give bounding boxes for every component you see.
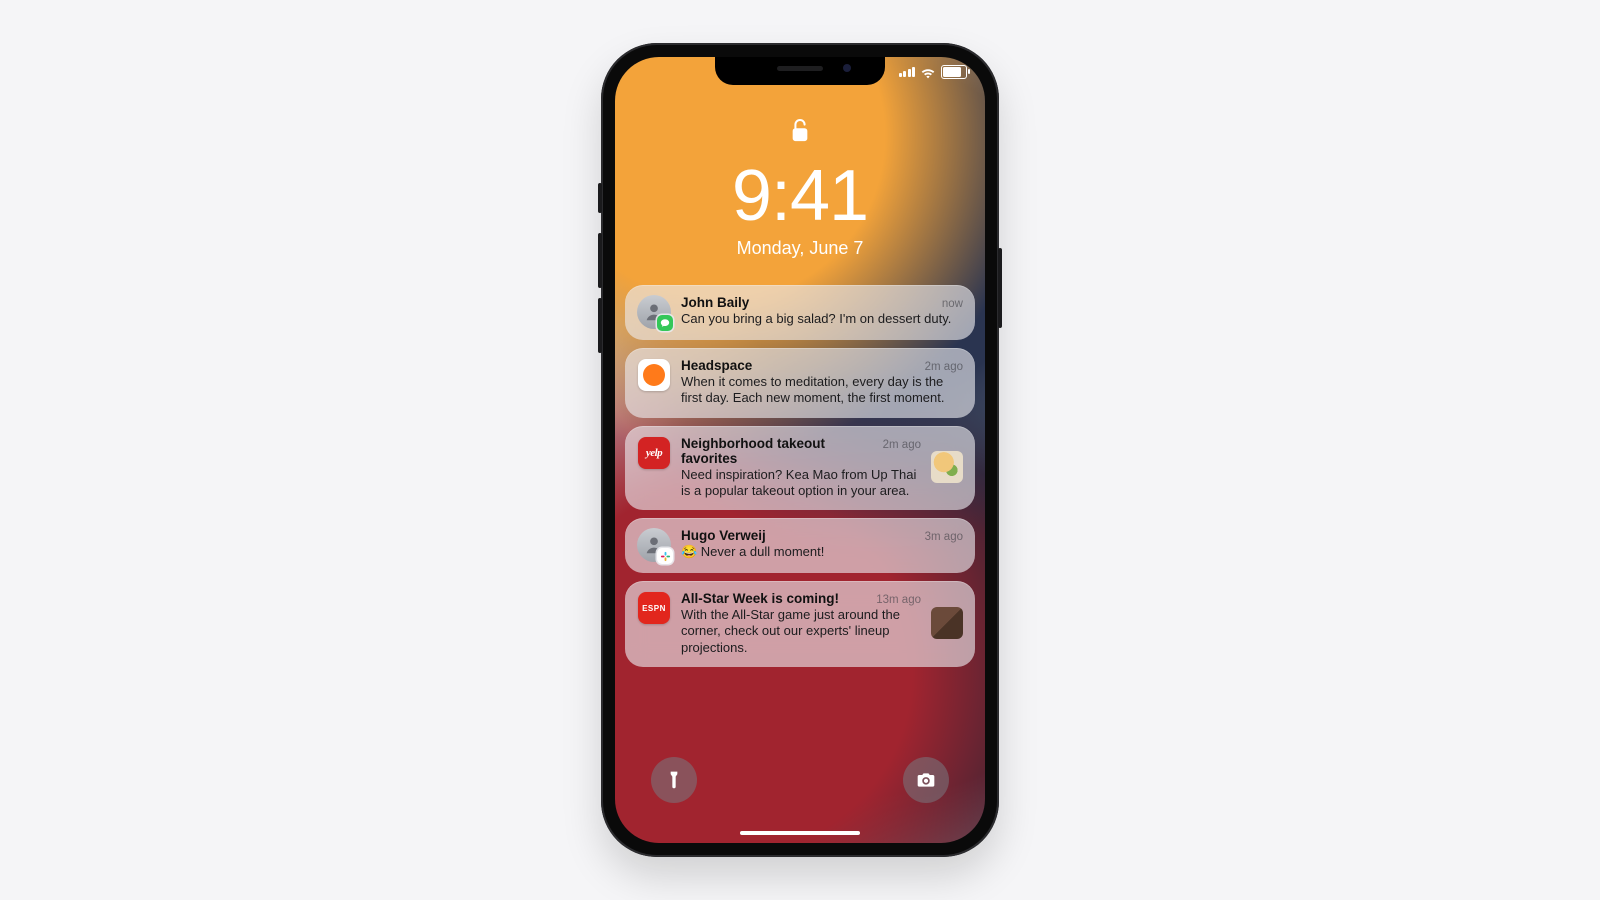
- phone-frame: 9:41 Monday, June 7 John: [601, 43, 999, 857]
- volume-up-button[interactable]: [598, 233, 602, 288]
- notification-time: now: [942, 298, 963, 310]
- notification-item[interactable]: Hugo Verweij 3m ago 😂 Never a dull momen…: [625, 518, 975, 573]
- quick-actions: [615, 757, 985, 803]
- battery-icon: [941, 65, 967, 79]
- home-indicator[interactable]: [740, 831, 860, 836]
- headspace-app-icon: [638, 359, 670, 391]
- notification-thumbnail: [931, 607, 963, 639]
- camera-icon: [916, 770, 936, 790]
- status-bar: [899, 65, 968, 79]
- notification-time: 2m ago: [883, 439, 921, 451]
- notification-item[interactable]: Headspace 2m ago When it comes to medita…: [625, 348, 975, 418]
- notification-time: 2m ago: [925, 361, 963, 373]
- slack-app-icon: [657, 548, 673, 564]
- mute-switch[interactable]: [598, 183, 602, 213]
- lock-header: 9:41 Monday, June 7: [615, 117, 985, 259]
- notification-item[interactable]: ESPN All-Star Week is coming! 13m ago Wi…: [625, 581, 975, 667]
- notification-thumbnail: [931, 451, 963, 483]
- notification-body: Need inspiration? Kea Mao from Up Thai i…: [681, 467, 921, 500]
- wifi-icon: [920, 66, 936, 78]
- notification-time: 13m ago: [876, 594, 921, 606]
- cellular-signal-icon: [899, 67, 916, 77]
- notification-title: Neighborhood takeout favorites: [681, 436, 875, 466]
- volume-down-button[interactable]: [598, 298, 602, 353]
- notification-title: Hugo Verweij: [681, 528, 917, 543]
- side-button[interactable]: [998, 248, 1002, 328]
- lock-screen[interactable]: 9:41 Monday, June 7 John: [615, 57, 985, 843]
- camera-button[interactable]: [903, 757, 949, 803]
- notification-body: With the All-Star game just around the c…: [681, 607, 921, 656]
- notification-item[interactable]: John Baily now Can you bring a big salad…: [625, 285, 975, 340]
- yelp-app-icon: yelp: [638, 437, 670, 469]
- notification-body: 😂 Never a dull moment!: [681, 544, 963, 560]
- flashlight-button[interactable]: [651, 757, 697, 803]
- notification-item[interactable]: yelp Neighborhood takeout favorites 2m a…: [625, 426, 975, 511]
- notification-time: 3m ago: [925, 531, 963, 543]
- lock-time: 9:41: [732, 160, 868, 232]
- unlock-icon: [789, 117, 811, 150]
- stage: 9:41 Monday, June 7 John: [0, 0, 1600, 900]
- notification-title: Headspace: [681, 358, 917, 373]
- notification-body: When it comes to meditation, every day i…: [681, 374, 963, 407]
- notification-list: John Baily now Can you bring a big salad…: [625, 285, 975, 667]
- notification-title: All-Star Week is coming!: [681, 591, 868, 606]
- espn-app-icon: ESPN: [638, 592, 670, 624]
- notification-title: John Baily: [681, 295, 934, 310]
- notification-body: Can you bring a big salad? I'm on desser…: [681, 311, 963, 327]
- notch: [715, 57, 885, 85]
- messages-app-icon: [657, 315, 673, 331]
- flashlight-icon: [664, 770, 684, 790]
- lock-date: Monday, June 7: [737, 238, 864, 259]
